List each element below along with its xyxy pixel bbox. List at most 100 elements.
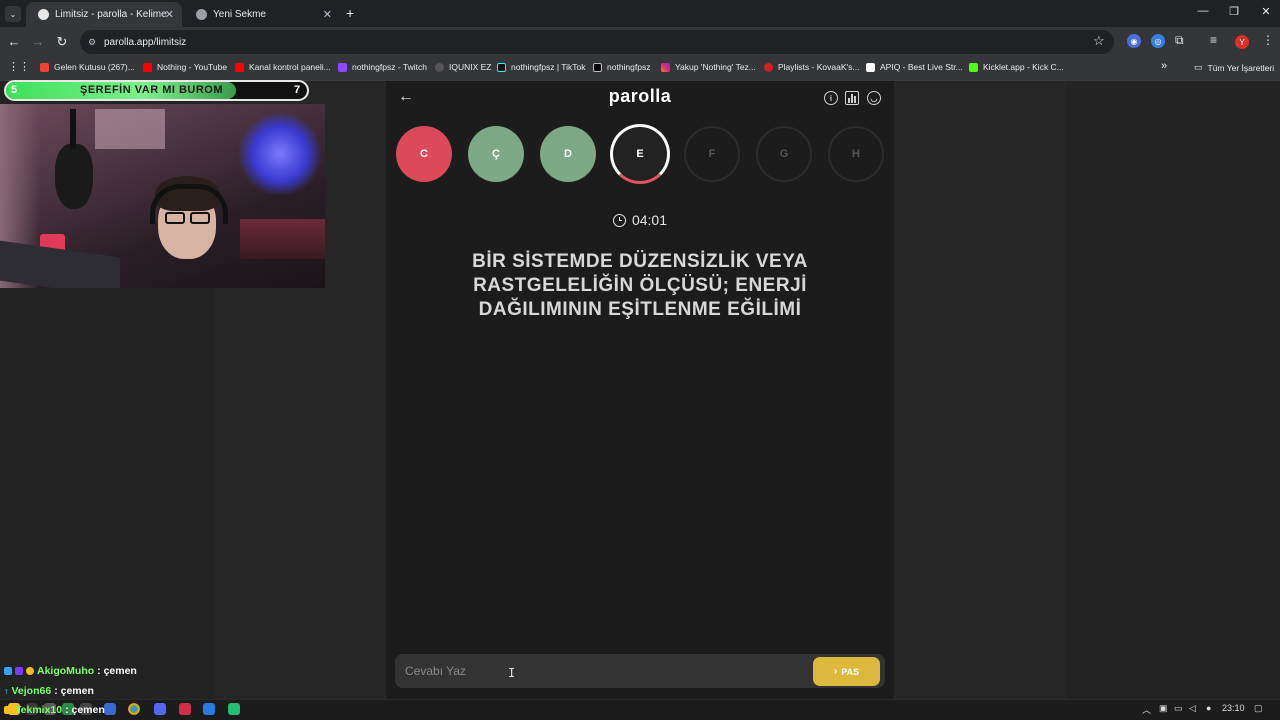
pass-button[interactable]: › PAS [813, 657, 880, 686]
info-icon[interactable]: i [824, 91, 838, 105]
speaker-icon[interactable]: ◁ [1189, 703, 1196, 714]
chrome-favicon-icon [196, 9, 207, 20]
minimize-icon[interactable]: — [1193, 5, 1213, 17]
red-equipment-shape [240, 219, 325, 259]
back-arrow-icon[interactable]: ← [398, 88, 414, 106]
right-panel [1067, 81, 1280, 699]
new-tab-button[interactable]: + [346, 5, 354, 21]
tray-chevron-icon[interactable]: ︿ [1142, 703, 1151, 716]
bookmark-star-icon[interactable]: ☆ [1093, 33, 1105, 49]
chevron-right-icon: › [833, 666, 838, 677]
chat-message: ↑ Vejon66 : çemen [4, 685, 94, 697]
reload-icon[interactable]: ↻ [53, 34, 71, 50]
x-icon [593, 62, 602, 72]
bookmark-label: Gelen Kutusu (267)... [54, 62, 135, 72]
letter-circle-cc: Ç [468, 126, 524, 182]
back-icon[interactable]: ← [5, 34, 23, 49]
tab-search-button[interactable]: ⌄ [5, 6, 21, 22]
stats-icon[interactable] [845, 91, 859, 105]
extensions-puzzle-icon[interactable]: ⧉ [1175, 33, 1184, 48]
discord-taskbar-icon[interactable] [154, 703, 166, 715]
bookmark-x[interactable]: nothingfpsz [593, 62, 650, 72]
bookmark-gmail[interactable]: Gelen Kutusu (267)... [40, 62, 135, 72]
headset-shape [150, 184, 228, 224]
sword-badge-icon: ↑ [4, 686, 9, 696]
bookmark-label: Nothing - YouTube [157, 62, 228, 72]
media-control-icon[interactable]: ≡ [1210, 33, 1217, 47]
microphone-icon[interactable]: ● [1206, 703, 1211, 713]
question-text: BİR SİSTEMDE DÜZENSİZLİK VEYA RASTGELELİ… [472, 251, 808, 320]
youtube-studio-icon [235, 62, 244, 72]
close-window-icon[interactable]: ✕ [1256, 5, 1276, 18]
bookmark-iqunix[interactable]: IQUNIX EZ [435, 62, 492, 72]
app-taskbar-icon[interactable] [203, 703, 215, 715]
bookmark-instagram[interactable]: Yakup 'Nothing' Tez... [661, 62, 756, 72]
letter-circle-h: H [828, 126, 884, 182]
bookmark-label: Kicklet.app - Kick C... [983, 62, 1064, 72]
answer-input[interactable] [400, 658, 800, 684]
bookmark-apiq[interactable]: APIQ - Best Live Str... [866, 62, 963, 72]
notifications-icon[interactable]: ▢ [1254, 703, 1263, 714]
badge-icon [4, 667, 12, 675]
app-icon[interactable] [104, 703, 116, 715]
kicklet-icon [969, 62, 978, 72]
right-gutter [895, 81, 1067, 699]
clock-time[interactable]: 23:10 [1222, 703, 1245, 713]
webcam-feed [0, 104, 325, 288]
bookmark-label: Yakup 'Nothing' Tez... [675, 62, 756, 72]
extension-icon[interactable]: ◉ [1127, 34, 1141, 48]
chat-text: : çemen [54, 685, 94, 697]
instagram-icon [661, 62, 670, 72]
user-icon[interactable]: ◡ [867, 91, 881, 105]
timer-text: 04:01 [631, 212, 668, 228]
chat-username: Tekmix10 [15, 704, 63, 716]
bookmark-tiktok[interactable]: nothingfpsz | TikTok [497, 62, 586, 72]
url-text: parolla.app/limitsiz [104, 36, 187, 48]
tab-parolla[interactable]: Limitsiz - parolla - Kelime oyunu ✕ [26, 2, 182, 27]
badge-icon [15, 667, 23, 675]
tray-app-icon[interactable]: ▣ [1159, 703, 1168, 714]
app-taskbar-icon[interactable] [228, 703, 240, 715]
letter-circle-c: C [396, 126, 452, 182]
app-taskbar-icon[interactable] [179, 703, 191, 715]
bookmark-label: Playlists - KovaaK's... [778, 62, 860, 72]
extension-icon[interactable]: ◎ [1151, 34, 1165, 48]
taskbar [0, 699, 1280, 720]
bookmark-label: APIQ - Best Live Str... [880, 62, 963, 72]
close-tab-icon[interactable]: ✕ [323, 8, 332, 21]
bookmark-label: nothingfpsz - Twitch [352, 62, 427, 72]
network-icon[interactable]: ▭ [1174, 703, 1183, 714]
chrome-taskbar-icon[interactable] [128, 703, 140, 715]
site-info-icon[interactable]: ⚙ [88, 37, 96, 48]
shelf-shape [95, 109, 165, 149]
chrome-menu-icon[interactable]: ⋮ [1262, 33, 1274, 47]
restore-icon[interactable]: ❐ [1224, 5, 1244, 18]
more-bookmarks-icon[interactable]: » [1161, 60, 1167, 72]
glasses-left-shape [165, 212, 185, 224]
iqunix-icon [435, 62, 444, 72]
apps-grid-icon[interactable]: ⋮⋮ [8, 60, 30, 73]
timer: 04:01 [580, 212, 700, 228]
stats-bar [854, 96, 857, 103]
forward-icon[interactable]: → [29, 34, 47, 49]
banner-right-count: 7 [294, 84, 301, 96]
bookmark-studio[interactable]: Kanal kontrol paneli... [235, 62, 331, 72]
tab-title: Yeni Sekme [213, 9, 266, 20]
stats-bar [847, 98, 850, 103]
profile-avatar[interactable]: Y [1235, 35, 1249, 49]
chat-username: AkigoMuho [37, 665, 95, 677]
chat-message: AkigoMuho : çemen [4, 665, 137, 677]
bookmark-label: Tüm Yer İşaretleri [1207, 62, 1275, 73]
close-tab-icon[interactable]: ✕ [165, 8, 174, 21]
clock-icon [612, 213, 626, 227]
gmail-icon [40, 62, 49, 72]
bookmark-kovaak[interactable]: Playlists - KovaaK's... [764, 62, 859, 72]
bookmark-twitch[interactable]: nothingfpsz - Twitch [338, 62, 427, 72]
bookmark-kicklet[interactable]: Kicklet.app - Kick C... [969, 62, 1064, 72]
bookmark-youtube[interactable]: Nothing - YouTube [143, 62, 227, 72]
all-bookmarks-folder[interactable]: ▭ Tüm Yer İşaretleri [1194, 62, 1274, 73]
tab-new-tab[interactable]: Yeni Sekme ✕ [184, 2, 340, 27]
glasses-right-shape [190, 212, 210, 224]
bookmark-label: nothingfpsz | TikTok [511, 62, 586, 72]
address-bar[interactable]: ⚙ parolla.app/limitsiz [80, 30, 1114, 54]
